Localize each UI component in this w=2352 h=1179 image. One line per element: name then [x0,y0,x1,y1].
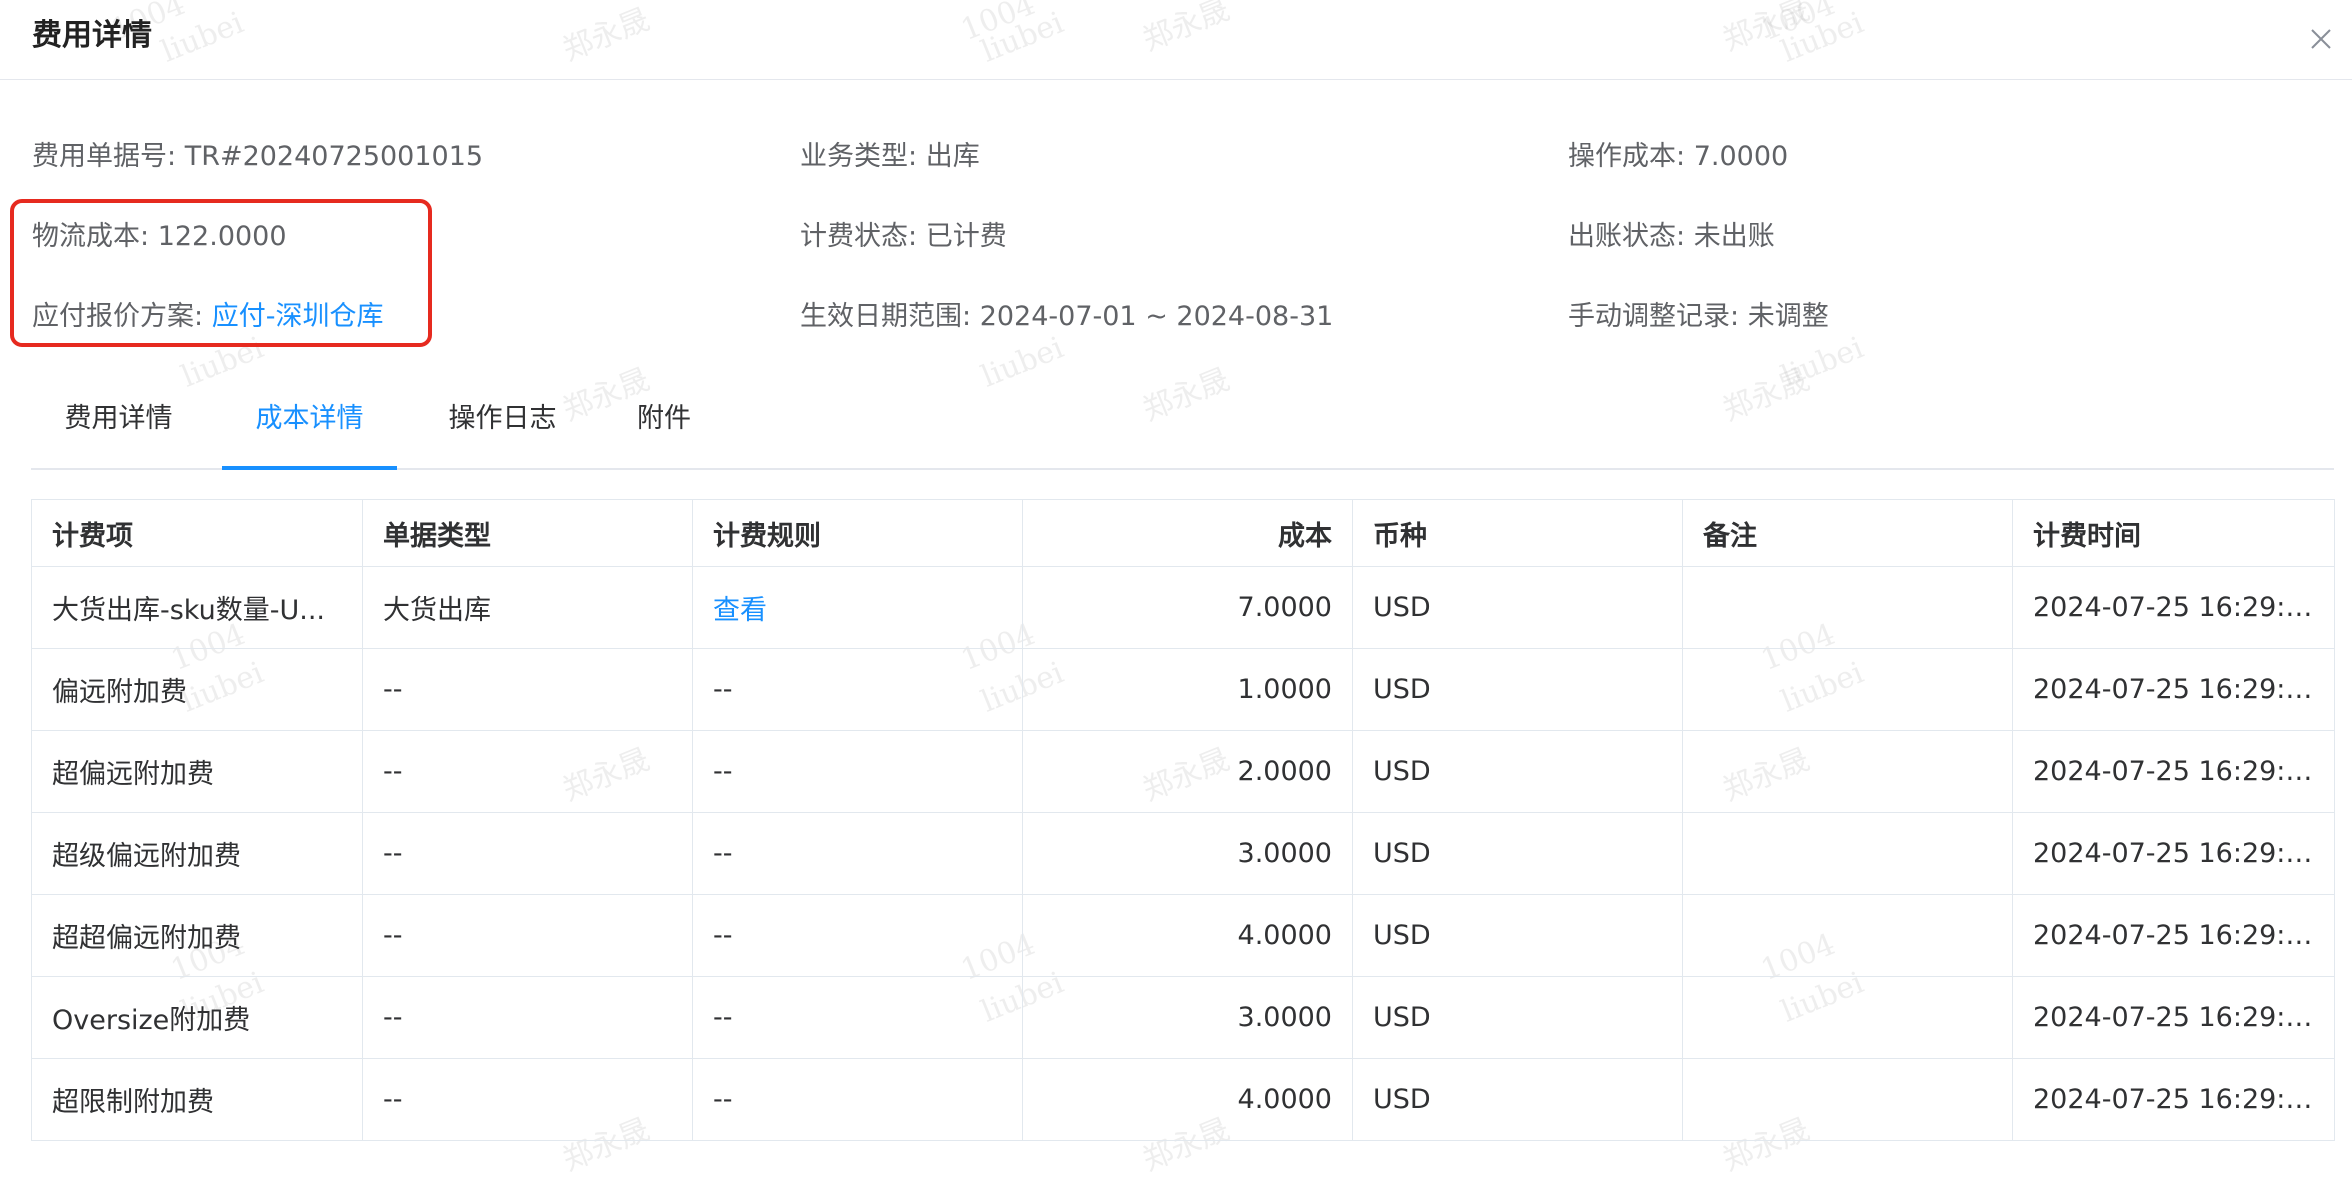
billing-time-cell: 2024-07-25 16:29:18 [2012,730,2335,813]
cost-detail-table: 计费项 单据类型 计费规则 成本 币种 备注 计费时间 大货出库-sku数量-U… [31,499,2335,1141]
effective-range-value: 2024-07-01 ~ 2024-08-31 [979,301,1334,332]
remark-cell [1682,976,2013,1059]
table-row: 超偏远附加费 -- -- 2.0000 USD 2024-07-25 16:29… [31,730,2335,813]
account-status-label: 出账状态: [1568,221,1686,252]
billing-time-cell: 2024-07-25 16:29:18 [2012,566,2335,649]
currency-cell: USD [1352,648,1683,731]
column-header-remark: 备注 [1682,499,2013,567]
fee-item-cell: 超超偏远附加费 [31,894,363,977]
billing-status-field: 计费状态: 已计费 [800,214,1007,253]
cost-cell: 7.0000 [1022,566,1353,649]
billing-status-value: 已计费 [925,221,1007,252]
view-rule-link[interactable]: 查看 [713,595,767,626]
cost-cell: 2.0000 [1022,730,1353,813]
column-header-billing-rule: 计费规则 [692,499,1023,567]
remark-cell [1682,1058,2013,1141]
effective-range-field: 生效日期范围: 2024-07-01 ~ 2024-08-31 [800,294,1333,333]
doc-type-cell: 大货出库 [362,566,693,649]
billing-time-cell: 2024-07-25 16:29:18 [2012,648,2335,731]
business-type-value: 出库 [925,141,980,172]
operation-cost-value: 7.0000 [1693,141,1789,172]
column-header-fee-item: 计费项 [31,499,363,567]
doc-type-cell: -- [362,894,693,977]
table-row: 大货出库-sku数量-U... 大货出库 查看 7.0000 USD 2024-… [31,566,2335,649]
currency-cell: USD [1352,812,1683,895]
currency-cell: USD [1352,894,1683,977]
tab-attachment[interactable]: 附件 [609,380,719,468]
doc-type-cell: -- [362,812,693,895]
fee-item-cell: 超限制附加费 [31,1058,363,1141]
business-type-field: 业务类型: 出库 [800,134,980,173]
billing-time-cell: 2024-07-25 16:29:18 [2012,976,2335,1059]
manual-adjust-label: 手动调整记录: [1568,301,1740,332]
billing-rule-cell: -- [692,894,1023,977]
tab-cost-detail[interactable]: 成本详情 [222,380,397,470]
billing-status-label: 计费状态: [800,221,918,252]
column-header-currency: 币种 [1352,499,1683,567]
account-status-value: 未出账 [1693,221,1775,252]
highlight-annotation-box [10,199,432,347]
fee-item-cell: 超偏远附加费 [31,730,363,813]
tab-operation-log[interactable]: 操作日志 [415,380,590,468]
cost-cell: 3.0000 [1022,812,1353,895]
doc-type-cell: -- [362,648,693,731]
currency-cell: USD [1352,730,1683,813]
tab-bar: 费用详情 成本详情 操作日志 附件 [31,380,2334,470]
cost-cell: 3.0000 [1022,976,1353,1059]
close-icon [2311,29,2331,49]
bill-number-value: TR#20240725001015 [184,141,484,172]
billing-rule-cell: -- [692,648,1023,731]
bill-number-field: 费用单据号: TR#20240725001015 [32,134,483,173]
cost-cell: 1.0000 [1022,648,1353,731]
business-type-label: 业务类型: [800,141,918,172]
table-row: 超限制附加费 -- -- 4.0000 USD 2024-07-25 16:29… [31,1058,2335,1141]
account-status-field: 出账状态: 未出账 [1568,214,1775,253]
billing-time-cell: 2024-07-25 16:29:18 [2012,1058,2335,1141]
manual-adjust-field: 手动调整记录: 未调整 [1568,294,1829,333]
fee-item-cell: 大货出库-sku数量-U... [31,566,363,649]
remark-cell [1682,730,2013,813]
manual-adjust-value: 未调整 [1747,301,1829,332]
table-header-row: 计费项 单据类型 计费规则 成本 币种 备注 计费时间 [31,499,2335,567]
fee-item-cell: 偏远附加费 [31,648,363,731]
doc-type-cell: -- [362,976,693,1059]
remark-cell [1682,812,2013,895]
billing-time-cell: 2024-07-25 16:29:18 [2012,894,2335,977]
billing-time-cell: 2024-07-25 16:29:18 [2012,812,2335,895]
modal-title: 费用详情 [32,18,152,53]
fee-item-cell: Oversize附加费 [31,976,363,1059]
column-header-doc-type: 单据类型 [362,499,693,567]
column-header-billing-time: 计费时间 [2012,499,2335,567]
fee-item-cell: 超级偏远附加费 [31,812,363,895]
remark-cell [1682,566,2013,649]
billing-rule-cell: -- [692,812,1023,895]
doc-type-cell: -- [362,1058,693,1141]
billing-rule-cell: 查看 [692,566,1023,649]
table-row: 超级偏远附加费 -- -- 3.0000 USD 2024-07-25 16:2… [31,812,2335,895]
tab-fee-detail[interactable]: 费用详情 [31,380,206,468]
fee-detail-modal: liubei liubei liubei 1004 1004 1004 郑永晟 郑永晟 郑永晟 l… [0,0,2352,1178]
bill-number-label: 费用单据号: [32,141,177,172]
currency-cell: USD [1352,976,1683,1059]
close-button[interactable] [2300,18,2340,58]
remark-cell [1682,648,2013,731]
column-header-cost: 成本 [1022,499,1353,567]
operation-cost-label: 操作成本: [1568,141,1686,172]
remark-cell [1682,894,2013,977]
cost-cell: 4.0000 [1022,1058,1353,1141]
table-row: 偏远附加费 -- -- 1.0000 USD 2024-07-25 16:29:… [31,648,2335,731]
modal-header: 费用详情 [0,0,2352,80]
currency-cell: USD [1352,1058,1683,1141]
billing-rule-cell: -- [692,1058,1023,1141]
billing-rule-cell: -- [692,976,1023,1059]
operation-cost-field: 操作成本: 7.0000 [1568,134,1788,173]
currency-cell: USD [1352,566,1683,649]
effective-range-label: 生效日期范围: [800,301,972,332]
table-row: Oversize附加费 -- -- 3.0000 USD 2024-07-25 … [31,976,2335,1059]
doc-type-cell: -- [362,730,693,813]
table-row: 超超偏远附加费 -- -- 4.0000 USD 2024-07-25 16:2… [31,894,2335,977]
billing-rule-cell: -- [692,730,1023,813]
cost-cell: 4.0000 [1022,894,1353,977]
